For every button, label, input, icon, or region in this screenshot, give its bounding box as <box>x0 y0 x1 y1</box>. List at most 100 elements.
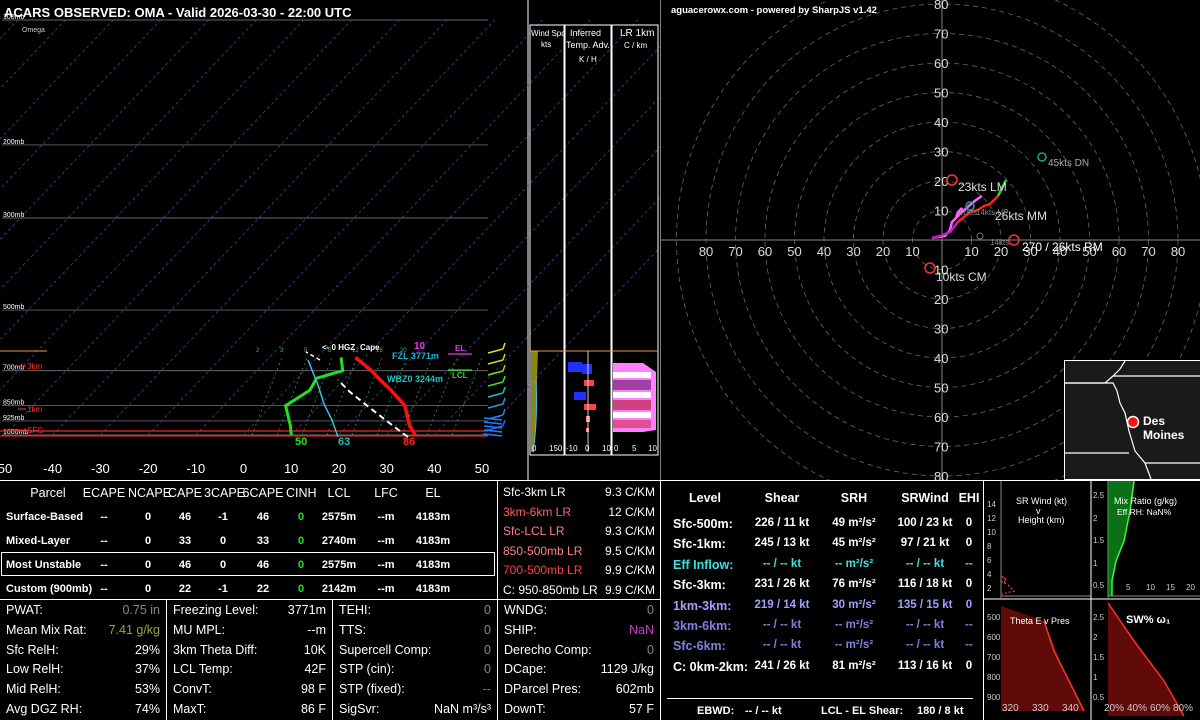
parcel-header-cell: CINH <box>286 486 317 500</box>
pressure-label: 925mb <box>3 415 25 422</box>
parcel-row[interactable]: Custom (900mb) -- 0 22 -1 22 0 2142m --m 4183m <box>0 579 497 599</box>
srwind-y-tick: 2 <box>987 584 992 593</box>
kinematics-row[interactable]: Sfc-6km: -- / -- kt -- m²/s² -- / -- kt -- <box>661 639 983 657</box>
hodo-rm-label: 270 / 26kts RM <box>1022 240 1103 254</box>
mini-mixratio-title2: Eff RH: NaN% <box>1117 507 1172 517</box>
thetae-x-tick: 340 <box>1062 703 1079 714</box>
lr-tick-5: 5 <box>632 444 637 453</box>
thermo-row: Mean Mix Rat: 7.41 g/kg <box>6 623 160 641</box>
parcel-trace <box>337 379 409 438</box>
skewt-x-tick: 30 <box>379 461 393 476</box>
thermo-row: PWAT: 0.75 in <box>6 603 160 621</box>
height-label: SFC <box>27 426 43 435</box>
wind-panel-tick-150: 150 <box>549 444 563 453</box>
parcel-cell: 33 <box>178 535 192 547</box>
kinematics-cell: Sfc-1km: <box>673 537 726 552</box>
thetae-y-tick: 600 <box>987 633 1001 642</box>
parcel-cell: --m <box>377 535 395 547</box>
thermo-value: 0 <box>484 603 491 617</box>
lapse-rate-value: 9.9 C/KM <box>604 563 655 577</box>
kinematics-row[interactable]: C: 0km-2km: 241 / 26 kt 81 m²/s² 113 / 16 k… <box>661 660 983 678</box>
kinematics-divider <box>667 698 973 699</box>
kinematics-row[interactable]: Sfc-3km: 231 / 26 kt 76 m²/s² 116 / 18 kt 0 <box>661 578 983 596</box>
hodograph-axis-label: 10 <box>905 244 919 259</box>
parcel-cell: 22 <box>256 583 270 595</box>
parcel-cell: 46 <box>178 511 192 523</box>
skewt-x-tick: 50 <box>475 461 489 476</box>
sw-y-tick: 2.5 <box>1093 613 1105 622</box>
parcel-row[interactable]: Surface-Based -- 0 46 -1 46 0 2575m --m 4183m <box>0 507 497 527</box>
thermo-row: STP (cin): 0 <box>339 662 491 680</box>
lapse-rate-label: C: 950-850mb LR <box>503 582 598 597</box>
thermo-value: 602mb <box>615 682 654 697</box>
lapse-rate-label: 850-500mb LR <box>503 543 583 558</box>
hodograph-axis-label: 50 <box>787 244 801 259</box>
kinematics-row[interactable]: Eff Inflow: -- / -- kt -- m²/s² -- / -- kt -… <box>661 558 983 576</box>
thermo-label: Avg DGZ RH: <box>6 702 83 716</box>
hodograph-axis-label: 80 <box>934 0 948 12</box>
kinematics-cell: 49 m²/s² <box>832 517 876 529</box>
thermo-label: TEHI: <box>339 603 371 617</box>
hodograph-axis-label: 70 <box>934 27 948 42</box>
hodo-inner1-label: 17kts <box>958 208 978 217</box>
kinematics-cell: -- / -- kt <box>905 639 945 652</box>
thermo-row: SHIP: NaN <box>504 623 654 641</box>
mixratio-y-tick: 0.5 <box>1093 581 1105 591</box>
kinematics-cell: 226 / 11 kt <box>754 517 810 529</box>
parcel-cell: -1 <box>218 583 228 595</box>
lapse-rate-row: 3km-6km LR 12 C/KM <box>503 505 655 523</box>
parcel-cell: 0 <box>144 535 152 547</box>
parcel-header-cell: EL <box>425 486 441 500</box>
surface-temperature-value: 86 <box>403 436 415 448</box>
thermo-row: TEHI: 0 <box>339 603 491 621</box>
thermo-row: 3km Theta Diff: 10K <box>173 643 326 661</box>
thermo-value: 0 <box>647 642 654 657</box>
height-label: 3km <box>27 362 42 371</box>
hodograph-axis-label: 60 <box>934 410 948 425</box>
mixratio-x-tick: 10 <box>1146 583 1155 592</box>
hodo-lm-label: 23kts LM <box>958 180 1007 194</box>
thermo-row: Freezing Level: 3771m <box>173 603 326 621</box>
thermo-label: SHIP: <box>504 622 537 637</box>
kinematics-cell: 116 / 18 kt <box>897 578 953 591</box>
lapse-rate-row: 700-500mb LR 9.9 C/KM <box>503 563 655 581</box>
parcel-cell: 2575m <box>321 511 357 523</box>
kinematics-cell: -- / -- kt <box>905 557 945 570</box>
kinematics-row[interactable]: Sfc-500m: 226 / 11 kt 49 m²/s² 100 / 23 kt 0 <box>661 517 983 535</box>
thermo-row: Avg DGZ RH: 74% <box>6 702 160 720</box>
kinematics-cell: 100 / 23 kt <box>897 517 953 529</box>
kinematics-row[interactable]: 3km-6km: -- / -- kt -- m²/s² -- / -- kt -- <box>661 619 983 637</box>
parcel-cell: 0 <box>219 535 227 547</box>
tempadv-title1: Inferred <box>570 28 602 38</box>
thermo-row: Sfc RelH: 29% <box>6 643 160 661</box>
kinematics-cell: 219 / 14 kt <box>754 598 810 611</box>
thermo-label: DCape: <box>504 662 547 677</box>
parcel-row[interactable]: Mixed-Layer -- 0 33 0 33 0 2740m --m 4183m <box>0 531 497 551</box>
thermo-row: Mid RelH: 53% <box>6 682 160 700</box>
kinematics-row[interactable]: 1km-3km: 219 / 14 kt 30 m²/s² 135 / 15 kt 0 <box>661 599 983 617</box>
mixratio-y-tick: 2 <box>1093 513 1098 523</box>
wind-barb <box>487 342 506 354</box>
kinematics-row[interactable]: Sfc-1km: 245 / 13 kt 45 m²/s² 97 / 21 kt 0 <box>661 537 983 555</box>
kinematics-cell: 0 <box>965 659 973 672</box>
lapse-rate-value: 9.3 C/KM <box>604 524 655 538</box>
thermo-label: Supercell Comp: <box>339 642 432 657</box>
mixratio-y-tick: 1.5 <box>1093 536 1105 546</box>
thermo-label: TTS: <box>339 622 367 637</box>
skewt-x-tick: 0 <box>240 461 247 476</box>
wetbulb-trace <box>307 359 339 438</box>
wind-panel-title2: kts <box>541 40 552 49</box>
thermo-value: 0 <box>647 603 654 617</box>
lapse-rate-row: C: 950-850mb LR 9.9 C/KM <box>503 583 655 601</box>
thermo-label: Sfc RelH: <box>6 642 59 657</box>
lapse-rate-row: Sfc-3km LR 9.3 C/KM <box>503 485 655 503</box>
mixratio-y-tick: 2.5 <box>1093 491 1105 500</box>
sw-x-tick: 80% <box>1173 703 1194 714</box>
srwind-y-tick: 12 <box>987 514 996 523</box>
thermo-value: 29% <box>134 642 160 657</box>
tempadv-title2: Temp. Adv. <box>566 40 610 50</box>
thermo-value: 74% <box>134 702 160 716</box>
thermo-value: 1129 J/kg <box>600 662 654 677</box>
hodo-dn-label: 45kts DN <box>1048 158 1090 169</box>
thermo-value: 7.41 g/kg <box>108 622 160 637</box>
